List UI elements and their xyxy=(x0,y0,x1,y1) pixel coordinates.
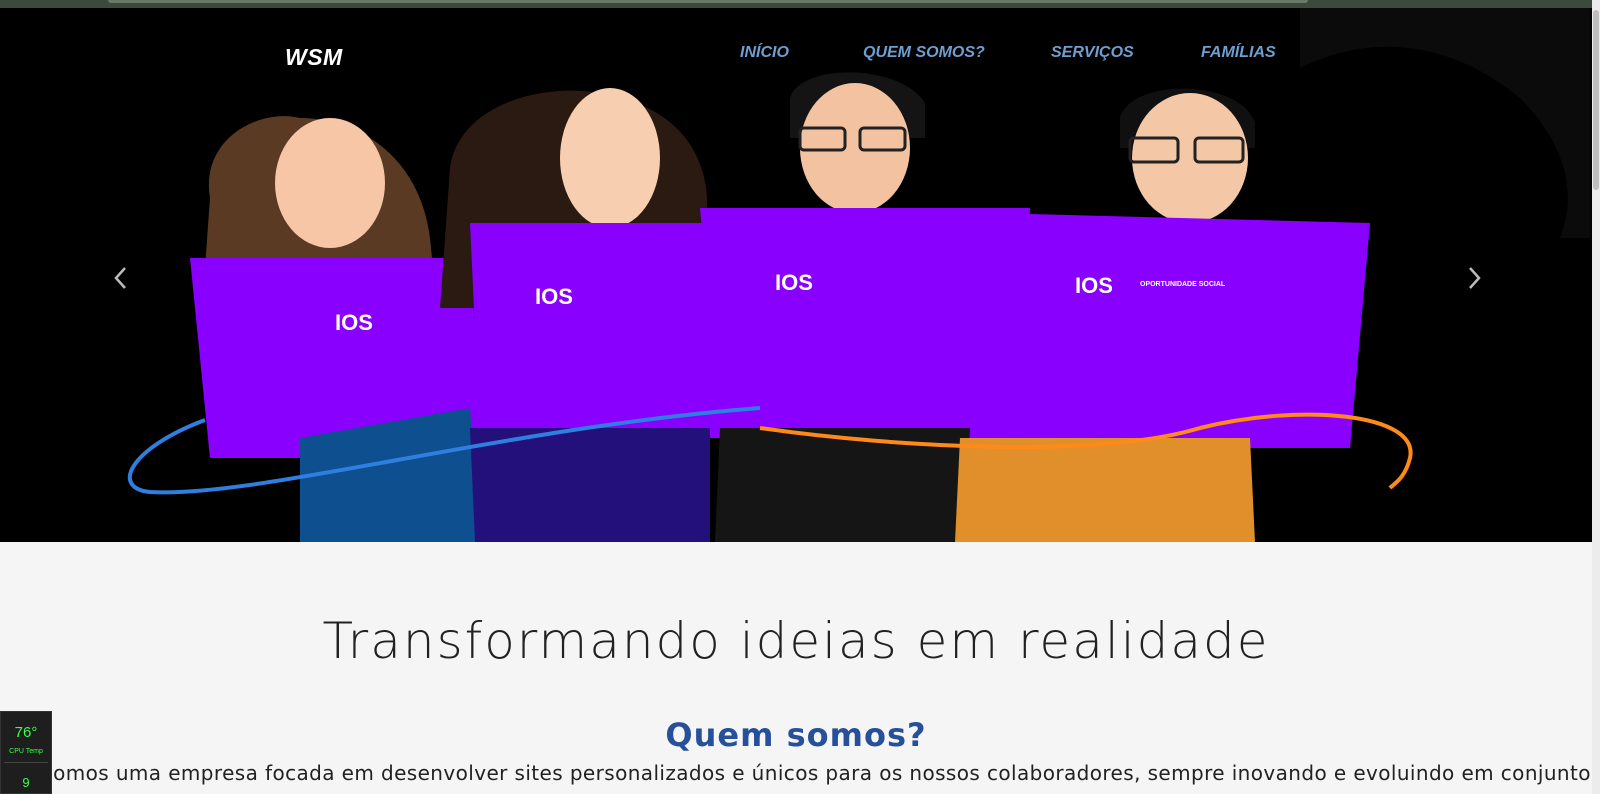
shirt-subtext-4: OPORTUNIDADE SOCIAL xyxy=(1140,281,1226,288)
carousel-next-button[interactable] xyxy=(1459,258,1489,298)
cpu-temp-widget: 76° CPU Temp 9 xyxy=(0,711,52,794)
chevron-right-icon xyxy=(1469,267,1481,289)
person-1: IOS xyxy=(190,116,485,542)
top-strip-highlight xyxy=(108,0,1308,3)
shirt-logo-2: IOS xyxy=(535,284,573,309)
widget-secondary-value: 9 xyxy=(22,775,30,790)
cpu-temp-value: 76° xyxy=(14,724,38,741)
brand-logo[interactable]: WSM xyxy=(285,44,343,71)
carousel-prev-button[interactable] xyxy=(106,258,136,298)
page-headline: Transformando ideias em realidade xyxy=(322,612,1270,670)
scrollbar-thumb[interactable] xyxy=(1593,10,1599,190)
widget-divider xyxy=(4,762,48,763)
nav-link-quem-somos[interactable]: QUEM SOMOS? xyxy=(863,44,985,62)
nav-link-inicio[interactable]: INÍCIO xyxy=(740,44,789,62)
main-navbar: WSM INÍCIO QUEM SOMOS? SERVIÇOS FAMÍLIAS xyxy=(0,8,1592,98)
cpu-temp-label: CPU Temp xyxy=(9,748,43,755)
chevron-left-icon xyxy=(114,267,126,289)
shirt-logo-4: IOS xyxy=(1075,273,1113,298)
shirt-logo-3: IOS xyxy=(775,270,813,295)
person-4: IOS OPORTUNIDADE SOCIAL xyxy=(955,88,1370,542)
nav-link-servicos[interactable]: SERVIÇOS xyxy=(1051,44,1134,62)
about-title: Quem somos? xyxy=(665,716,927,754)
person-2: IOS xyxy=(440,88,740,542)
shirt-logo-1: IOS xyxy=(335,310,373,335)
browser-top-strip xyxy=(0,0,1600,8)
page-scrollbar[interactable] xyxy=(1592,0,1600,794)
about-text: Somos uma empresa focada em desenvolver … xyxy=(40,761,1598,785)
nav-link-familias[interactable]: FAMÍLIAS xyxy=(1201,44,1276,62)
